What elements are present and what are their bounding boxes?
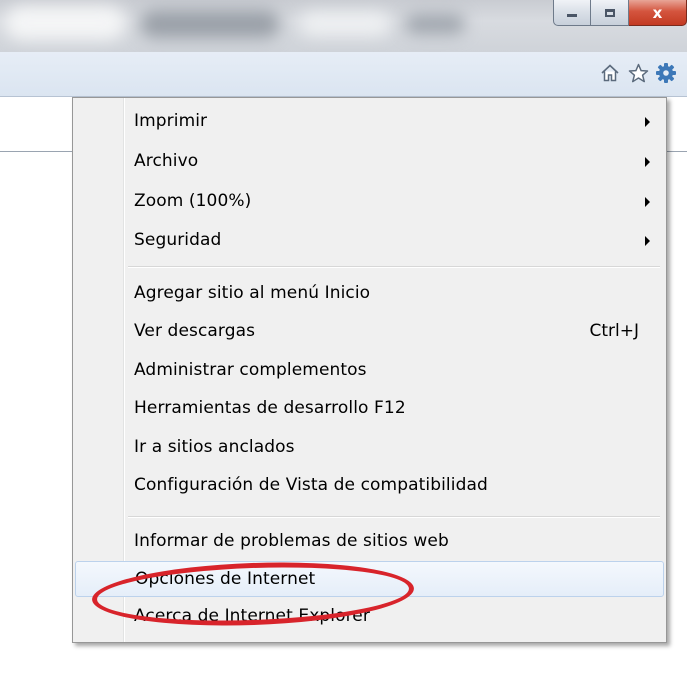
menu-item-label: Imprimir [134, 111, 208, 131]
menu-item-label: Ir a sitios anclados [134, 437, 295, 457]
tools-gear-icon[interactable] [655, 62, 677, 84]
menu-item-security[interactable]: Seguridad [75, 223, 664, 259]
menu-item-label: Archivo [134, 151, 199, 171]
menu-item-pinned-sites[interactable]: Ir a sitios anclados [75, 430, 664, 466]
submenu-arrow-icon [645, 236, 650, 246]
menu-item-dev-tools[interactable]: Herramientas de desarrollo F12 [75, 391, 664, 427]
menu-item-report-problems[interactable]: Informar de problemas de sitios web [75, 524, 664, 560]
menu-item-print[interactable]: Imprimir [75, 104, 664, 140]
minimize-icon [567, 14, 577, 17]
menu-item-internet-options[interactable]: Opciones de Internet [75, 561, 664, 597]
blurred-background [300, 12, 390, 36]
menu-item-shortcut: Ctrl+J [589, 321, 639, 341]
caption-buttons: x [553, 0, 687, 26]
menu-item-label: Herramientas de desarrollo F12 [134, 398, 406, 418]
maximize-icon [604, 8, 615, 17]
submenu-arrow-icon [645, 197, 650, 207]
tools-menu: Imprimir Archivo Zoom (100%) Seguridad A… [72, 97, 667, 643]
menu-item-label: Seguridad [134, 230, 222, 250]
menu-item-label: Configuración de Vista de compatibilidad [134, 475, 488, 495]
menu-item-manage-addons[interactable]: Administrar complementos [75, 353, 664, 389]
menu-item-compat-view-settings[interactable]: Configuración de Vista de compatibilidad [75, 468, 664, 504]
title-bar: x [0, 0, 687, 52]
blurred-background [140, 10, 280, 38]
menu-item-file[interactable]: Archivo [75, 144, 664, 180]
menu-item-label: Zoom (100%) [134, 191, 252, 211]
menu-item-label: Opciones de Internet [135, 569, 316, 589]
menu-item-label: Acerca de Internet Explorer [134, 606, 370, 626]
menu-item-zoom[interactable]: Zoom (100%) [75, 184, 664, 220]
command-bar [0, 52, 687, 97]
blurred-background [5, 6, 125, 40]
minimize-button[interactable] [553, 0, 591, 26]
command-bar-icons [599, 62, 677, 84]
menu-item-label: Administrar complementos [134, 360, 367, 380]
menu-item-add-site-start[interactable]: Agregar sitio al menú Inicio [75, 276, 664, 312]
home-icon[interactable] [599, 62, 621, 84]
menu-item-label: Ver descargas [134, 321, 256, 341]
menu-item-label: Informar de problemas de sitios web [134, 531, 449, 551]
ie-window: x Imprimir Archivo Zoom (100%) Seguridad… [0, 0, 687, 684]
favorites-star-icon[interactable] [627, 62, 649, 84]
submenu-arrow-icon [645, 117, 650, 127]
menu-separator [128, 516, 660, 518]
submenu-arrow-icon [645, 157, 650, 167]
maximize-button[interactable] [591, 0, 629, 26]
close-button[interactable]: x [629, 0, 687, 26]
menu-item-view-downloads[interactable]: Ver descargas Ctrl+J [75, 314, 664, 350]
menu-item-label: Agregar sitio al menú Inicio [134, 283, 371, 303]
menu-separator [128, 266, 660, 268]
blurred-background [405, 14, 465, 34]
menu-item-about-ie[interactable]: Acerca de Internet Explorer [75, 599, 664, 635]
close-icon: x [652, 3, 663, 22]
